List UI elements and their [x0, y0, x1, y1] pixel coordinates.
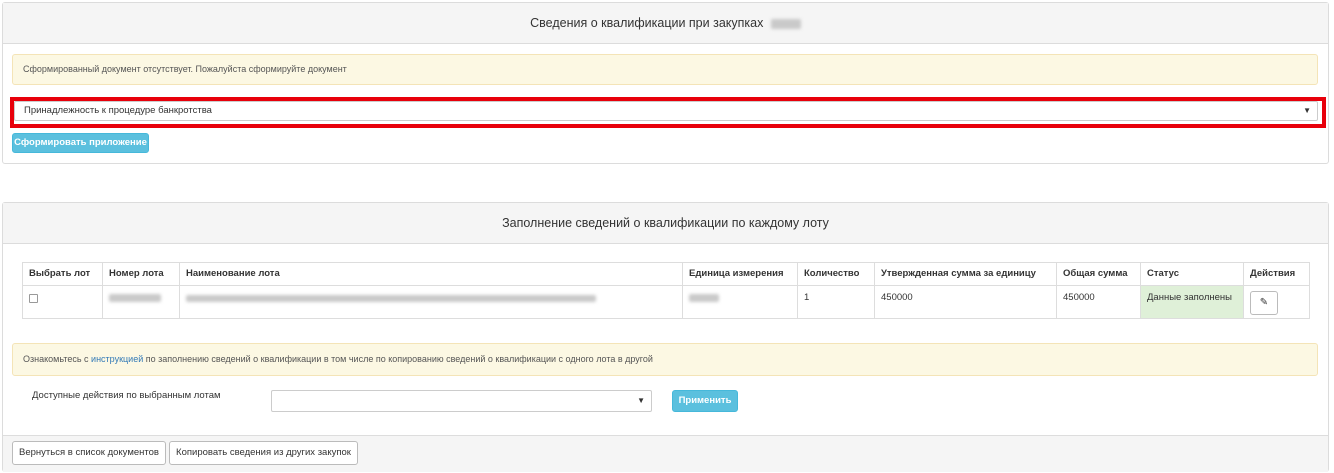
generate-attachment-button[interactable]: Сформировать приложение: [12, 133, 149, 153]
apply-button[interactable]: Применить: [672, 390, 738, 412]
red-highlight-frame: [10, 97, 1326, 128]
blurred-lot-name: [186, 294, 596, 302]
unit-sum-cell: 450000: [874, 285, 1057, 319]
unit-cell: [682, 285, 798, 319]
col-header-unit-sum: Утвержденная сумма за единицу: [874, 262, 1057, 286]
blurred-lot-number: [109, 294, 161, 303]
col-header-unit: Единица измерения: [682, 262, 798, 286]
lot-number-cell: [102, 285, 180, 319]
bulk-actions-select[interactable]: ▼: [271, 390, 652, 412]
panel-title-text: Сведения о квалификации при закупках: [530, 16, 764, 30]
generate-attachment-button-label: Сформировать приложение: [14, 137, 147, 148]
no-document-alert: Сформированный документ отсутствует. Пож…: [12, 54, 1318, 85]
dropdown-caret-icon: ▼: [637, 396, 645, 405]
instruction-prefix: Ознакомьтесь с: [23, 354, 92, 364]
actions-cell: ✎: [1243, 285, 1310, 319]
bulk-actions-label: Доступные действия по выбранным лотам: [32, 390, 221, 401]
lot-name-cell: [179, 285, 683, 319]
lot-select-checkbox[interactable]: [29, 294, 38, 303]
quantity-cell: 1: [797, 285, 875, 319]
instruction-alert: Ознакомьтесь с инструкцией по заполнению…: [12, 343, 1318, 376]
select-cell: [22, 285, 103, 319]
col-header-actions: Действия: [1243, 262, 1310, 286]
status-cell: Данные заполнены: [1140, 285, 1244, 319]
lots-table: Выбрать лот Номер лота Наименование лота…: [22, 262, 1310, 319]
table-header-row: Выбрать лот Номер лота Наименование лота…: [22, 262, 1310, 286]
table-row: 1 450000 450000 Данные заполнены ✎: [22, 285, 1310, 319]
edit-icon[interactable]: ✎: [1250, 291, 1278, 315]
instruction-suffix: по заполнению сведений о квалификации в …: [143, 354, 653, 364]
lots-panel-title: Заполнение сведений о квалификации по ка…: [3, 203, 1328, 244]
instruction-link[interactable]: инструкцией: [91, 354, 143, 364]
col-header-total-sum: Общая сумма: [1056, 262, 1141, 286]
lots-panel-title-text: Заполнение сведений о квалификации по ка…: [502, 216, 829, 230]
col-header-select: Выбрать лот: [22, 262, 103, 286]
total-sum-cell: 450000: [1056, 285, 1141, 319]
back-to-documents-button[interactable]: Вернуться в список документов: [12, 441, 166, 465]
col-header-status: Статус: [1140, 262, 1244, 286]
blurred-procurement-id: [770, 18, 801, 29]
panel-title: Сведения о квалификации при закупках: [3, 3, 1328, 44]
col-header-quantity: Количество: [797, 262, 875, 286]
col-header-lot-name: Наименование лота: [179, 262, 683, 286]
blurred-unit: [689, 294, 719, 303]
copy-from-other-procurements-button-label: Копировать сведения из других закупок: [176, 447, 351, 458]
no-document-alert-text: Сформированный документ отсутствует. Пож…: [23, 64, 347, 74]
col-header-lot-number: Номер лота: [102, 262, 180, 286]
back-to-documents-button-label: Вернуться в список документов: [19, 447, 159, 458]
apply-button-label: Применить: [678, 395, 732, 406]
lots-panel: Заполнение сведений о квалификации по ка…: [2, 202, 1329, 472]
copy-from-other-procurements-button[interactable]: Копировать сведения из других закупок: [169, 441, 358, 465]
